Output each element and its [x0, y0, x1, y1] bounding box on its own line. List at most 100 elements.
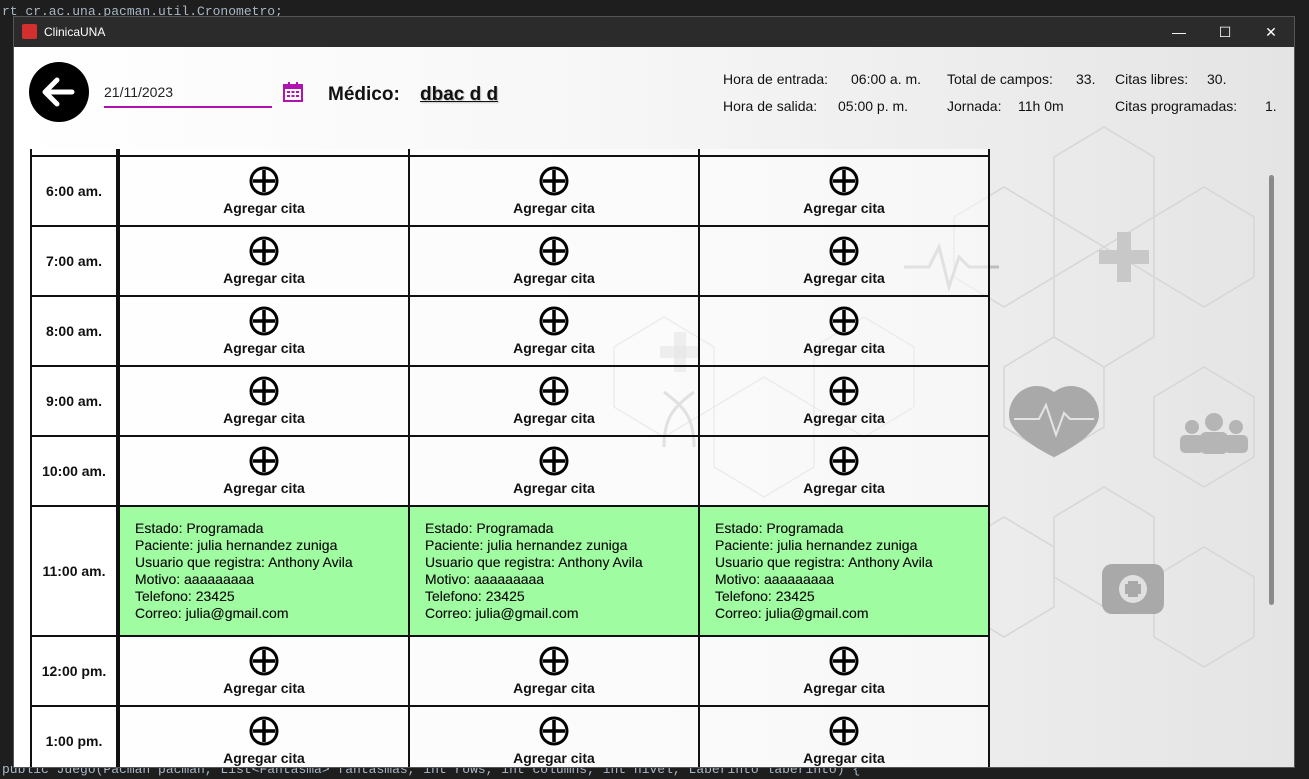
appointment-usuario: Usuario que registra: Anthony Avila — [135, 554, 353, 570]
citas-libres-value: 30. — [1207, 71, 1227, 87]
add-appointment-label: Agregar cita — [223, 410, 305, 426]
add-appointment-slot[interactable]: Agregar cita — [698, 705, 990, 767]
add-circle-icon[interactable] — [829, 306, 859, 336]
add-appointment-slot[interactable]: Agregar cita — [118, 365, 410, 437]
add-circle-icon[interactable] — [249, 236, 279, 266]
add-appointment-slot[interactable]: Agregar cita — [118, 635, 410, 707]
add-appointment-label: Agregar cita — [223, 340, 305, 356]
add-circle-icon[interactable] — [829, 446, 859, 476]
maximize-button[interactable]: ☐ — [1202, 17, 1248, 47]
vertical-scrollbar[interactable] — [1269, 175, 1274, 605]
add-appointment-label: Agregar cita — [513, 480, 595, 496]
add-appointment-slot[interactable]: Agregar cita — [408, 705, 700, 767]
schedule-row: 12:00 pm. Agregar cita Agregar cita Agregar… — [30, 635, 990, 707]
add-appointment-slot[interactable]: Agregar cita — [698, 365, 990, 437]
appointment-paciente: Paciente: julia hernandez zuniga — [715, 537, 918, 553]
appointment-details: Estado: Programada Paciente: julia hernan… — [135, 520, 353, 622]
add-circle-icon[interactable] — [539, 446, 569, 476]
add-circle-icon[interactable] — [539, 236, 569, 266]
add-appointment-label: Agregar cita — [803, 270, 885, 286]
schedule-grid: 6:00 am. Agregar cita Agregar cita Agregar … — [30, 149, 990, 767]
hour-label: 11:00 am. — [30, 505, 118, 637]
add-appointment-label: Agregar cita — [223, 480, 305, 496]
add-circle-icon[interactable] — [829, 166, 859, 196]
total-campos-label: Total de campos: — [947, 71, 1053, 87]
add-circle-icon[interactable] — [249, 646, 279, 676]
add-appointment-slot[interactable]: Agregar cita — [118, 705, 410, 767]
add-circle-icon[interactable] — [829, 376, 859, 406]
add-appointment-slot[interactable]: Agregar cita — [698, 295, 990, 367]
hora-entrada-value: 06:00 a. m. — [851, 71, 922, 87]
add-circle-icon[interactable] — [249, 446, 279, 476]
back-arrow-icon — [42, 77, 75, 107]
appointment-motivo: Motivo: aaaaaaaaa — [425, 571, 545, 587]
schedule-row: 7:00 am. Agregar cita Agregar cita Agregar … — [30, 225, 990, 297]
minimize-button[interactable]: — — [1156, 17, 1202, 47]
add-appointment-label: Agregar cita — [223, 200, 305, 216]
hora-entrada-label: Hora de entrada: — [723, 71, 829, 87]
add-appointment-label: Agregar cita — [513, 270, 595, 286]
add-circle-icon[interactable] — [249, 166, 279, 196]
appointment-correo: Correo: julia@gmail.com — [715, 605, 869, 621]
date-picker-field[interactable]: 21/11/2023 — [104, 80, 272, 108]
add-circle-icon[interactable] — [829, 646, 859, 676]
add-appointment-slot[interactable]: Agregar cita — [408, 295, 700, 367]
close-button[interactable]: ✕ — [1248, 17, 1294, 47]
add-appointment-slot[interactable]: Agregar cita — [408, 365, 700, 437]
add-appointment-label: Agregar cita — [803, 680, 885, 696]
hour-label: 8:00 am. — [30, 295, 118, 367]
appointment-card[interactable]: Estado: Programada Paciente: julia hernan… — [118, 505, 410, 637]
add-appointment-slot[interactable]: Agregar cita — [118, 225, 410, 297]
hour-label: 1:00 pm. — [30, 705, 118, 767]
calendar-icon[interactable] — [282, 81, 304, 103]
back-button[interactable] — [29, 62, 89, 122]
add-appointment-slot[interactable]: Agregar cita — [698, 155, 990, 227]
hour-label: 12:00 pm. — [30, 635, 118, 707]
total-campos-value: 33. — [1076, 71, 1096, 87]
schedule-row: 10:00 am. Agregar cita Agregar cita Agregar… — [30, 435, 990, 507]
hour-label: 7:00 am. — [30, 225, 118, 297]
appointment-correo: Correo: julia@gmail.com — [425, 605, 579, 621]
appointment-card[interactable]: Estado: Programada Paciente: julia hernan… — [408, 505, 700, 637]
add-circle-icon[interactable] — [539, 376, 569, 406]
add-appointment-slot[interactable]: Agregar cita — [698, 435, 990, 507]
close-icon: ✕ — [1265, 23, 1277, 40]
add-appointment-slot[interactable]: Agregar cita — [118, 295, 410, 367]
minimize-icon: — — [1172, 24, 1186, 40]
add-appointment-slot[interactable]: Agregar cita — [118, 155, 410, 227]
citas-programadas-label: Citas programadas: — [1115, 98, 1238, 114]
add-circle-icon[interactable] — [539, 716, 569, 746]
appointment-details: Estado: Programada Paciente: julia hernan… — [715, 520, 933, 622]
add-circle-icon[interactable] — [829, 716, 859, 746]
add-appointment-slot[interactable]: Agregar cita — [408, 155, 700, 227]
add-appointment-slot[interactable]: Agregar cita — [698, 635, 990, 707]
appointment-estado: Estado: Programada — [425, 520, 554, 536]
hora-salida-label: Hora de salida: — [723, 98, 818, 114]
add-appointment-label: Agregar cita — [513, 340, 595, 356]
add-appointment-label: Agregar cita — [223, 270, 305, 286]
add-circle-icon[interactable] — [249, 306, 279, 336]
clinica-window: ClinicaUNA — ☐ ✕ 21/11/2023 Médico: dbac… — [14, 17, 1294, 767]
add-appointment-slot[interactable]: Agregar cita — [698, 225, 990, 297]
add-circle-icon[interactable] — [539, 646, 569, 676]
add-circle-icon[interactable] — [539, 306, 569, 336]
hour-label: 10:00 am. — [30, 435, 118, 507]
add-appointment-label: Agregar cita — [513, 200, 595, 216]
add-appointment-slot[interactable]: Agregar cita — [408, 435, 700, 507]
add-circle-icon[interactable] — [539, 166, 569, 196]
add-circle-icon[interactable] — [249, 716, 279, 746]
app-icon — [22, 24, 37, 39]
appointment-paciente: Paciente: julia hernandez zuniga — [135, 537, 338, 553]
appointment-motivo: Motivo: aaaaaaaaa — [715, 571, 835, 587]
title-bar[interactable]: ClinicaUNA — ☐ ✕ — [14, 17, 1294, 47]
add-appointment-slot[interactable]: Agregar cita — [408, 225, 700, 297]
appointment-usuario: Usuario que registra: Anthony Avila — [425, 554, 643, 570]
appointment-telefono: Telefono: 23425 — [425, 588, 525, 604]
add-appointment-slot[interactable]: Agregar cita — [408, 635, 700, 707]
add-appointment-label: Agregar cita — [803, 410, 885, 426]
add-circle-icon[interactable] — [829, 236, 859, 266]
appointment-card[interactable]: Estado: Programada Paciente: julia hernan… — [698, 505, 990, 637]
add-appointment-slot[interactable]: Agregar cita — [118, 435, 410, 507]
add-circle-icon[interactable] — [249, 376, 279, 406]
window-title: ClinicaUNA — [44, 25, 106, 39]
